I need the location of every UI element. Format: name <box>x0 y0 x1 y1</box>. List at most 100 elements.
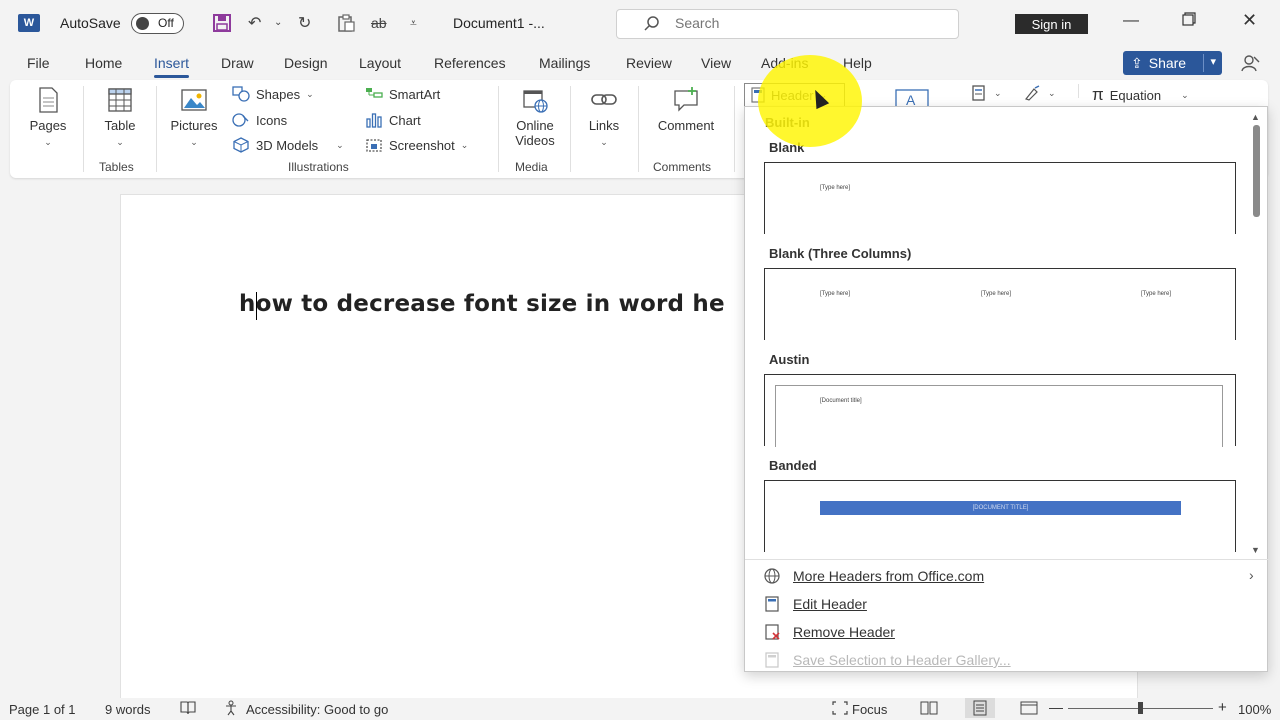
chevron-down-icon: ⌄ <box>460 139 469 150</box>
tab-file[interactable]: File <box>27 55 50 71</box>
accessibility-icon[interactable] <box>224 700 242 719</box>
undo-dropdown-icon[interactable]: ⌄ <box>274 17 282 28</box>
undo-icon[interactable]: ↶ <box>248 13 261 33</box>
read-mode-icon[interactable] <box>920 700 938 719</box>
tab-insert[interactable]: Insert <box>154 55 190 78</box>
gallery-blank-label: Blank <box>769 140 805 155</box>
scroll-down-icon[interactable]: ▼ <box>1251 545 1260 555</box>
shapes-button[interactable]: Shapes ⌄ <box>232 86 314 102</box>
links-button[interactable]: Links ⌄ <box>582 86 626 148</box>
document-title[interactable]: Document1 -... <box>453 15 545 31</box>
tab-view[interactable]: View <box>701 55 731 71</box>
textbox-button[interactable]: A <box>890 86 932 108</box>
minimize-icon[interactable]: — <box>1123 12 1139 30</box>
document-text[interactable]: how to decrease font size in word he <box>239 291 725 317</box>
focus-icon[interactable] <box>831 700 849 719</box>
online-videos-button[interactable]: Online Videos <box>508 86 562 148</box>
print-layout-icon[interactable] <box>965 698 995 718</box>
gallery-scrollbar[interactable]: ▲ ▼ <box>1250 112 1262 557</box>
signature-line-button[interactable]: ⌄ <box>1024 85 1056 101</box>
icons-button[interactable]: Icons <box>232 112 287 128</box>
chart-icon <box>366 113 382 128</box>
online-videos-label-1: Online <box>516 118 554 133</box>
search-box[interactable] <box>616 9 959 39</box>
scroll-up-icon[interactable]: ▲ <box>1251 112 1260 122</box>
ribbon-separator <box>638 86 639 172</box>
more-headers-item[interactable]: More Headers from Office.com <box>763 567 984 585</box>
zoom-in-icon[interactable]: + <box>1218 699 1227 716</box>
ribbon-separator <box>156 86 157 172</box>
smartart-button[interactable]: SmartArt <box>365 86 440 102</box>
word-count[interactable]: 9 words <box>105 702 151 717</box>
chevron-down-icon: ⌄ <box>994 87 1002 98</box>
tab-layout[interactable]: Layout <box>359 55 401 71</box>
search-input[interactable] <box>675 15 925 31</box>
tab-home[interactable]: Home <box>85 55 122 71</box>
tab-draw[interactable]: Draw <box>221 55 254 71</box>
gallery-austin-thumbnail[interactable]: [Document title] <box>764 374 1236 447</box>
pages-button[interactable]: Pages ⌄ <box>26 86 70 148</box>
screenshot-icon <box>366 139 382 152</box>
share-button[interactable]: ⇪ Share ▾ <box>1123 51 1222 75</box>
gallery-three-columns-thumbnail[interactable]: [Type here] [Type here] [Type here] <box>764 268 1236 340</box>
picture-icon <box>181 89 207 111</box>
edit-header-item[interactable]: Edit Header <box>763 595 867 613</box>
sign-in-button[interactable]: Sign in <box>1015 14 1088 34</box>
zoom-out-icon[interactable]: — <box>1049 699 1063 715</box>
placeholder-text: [Type here] <box>981 291 1012 297</box>
header-gallery-dropdown: Built-in Blank [Type here] Blank (Three … <box>744 106 1269 672</box>
chevron-down-icon: ⌄ <box>116 137 124 147</box>
customize-qat-icon[interactable]: ⩡ <box>410 16 417 31</box>
comment-button[interactable]: Comment <box>650 86 722 133</box>
3d-models-button[interactable]: 3D Models ⌄ <box>232 137 344 153</box>
zoom-level[interactable]: 100% <box>1238 702 1271 717</box>
chevron-down-icon[interactable]: ▾ <box>1210 55 1216 68</box>
remove-header-item[interactable]: Remove Header <box>763 623 895 641</box>
table-button[interactable]: Table ⌄ <box>98 86 142 148</box>
restore-icon[interactable] <box>1182 12 1196 31</box>
icons-label: Icons <box>256 112 288 128</box>
smartart-icon <box>366 88 383 98</box>
page-count[interactable]: Page 1 of 1 <box>9 702 76 717</box>
tab-help[interactable]: Help <box>843 55 872 71</box>
placeholder-text: [Type here] <box>1141 291 1172 297</box>
tab-add-ins[interactable]: Add-ins <box>761 55 808 71</box>
chevron-down-icon: ⌄ <box>1181 89 1189 100</box>
chevron-down-icon: ⌄ <box>336 139 344 150</box>
scrollbar-thumb[interactable] <box>1253 125 1260 217</box>
redo-icon[interactable]: ↻ <box>298 13 311 33</box>
save-selection-item: Save Selection to Header Gallery... <box>763 651 1011 669</box>
autosave-toggle[interactable]: Off <box>131 13 184 34</box>
screenshot-button[interactable]: Screenshot ⌄ <box>365 137 468 153</box>
pictures-button[interactable]: Pictures ⌄ <box>166 86 222 148</box>
3d-models-label: 3D Models <box>256 137 319 153</box>
tab-mailings[interactable]: Mailings <box>539 55 590 71</box>
smartart-label: SmartArt <box>389 86 441 102</box>
paste-icon[interactable] <box>336 13 356 38</box>
share-divider <box>1203 54 1204 72</box>
gallery-austin-label: Austin <box>769 352 810 367</box>
tab-review[interactable]: Review <box>626 55 672 71</box>
tab-references[interactable]: References <box>434 55 506 71</box>
zoom-slider-thumb[interactable] <box>1138 702 1143 714</box>
comments-pane-icon[interactable] <box>1241 53 1261 78</box>
ribbon-separator <box>734 86 735 172</box>
tab-design[interactable]: Design <box>284 55 328 71</box>
close-icon[interactable]: ✕ <box>1242 10 1257 31</box>
chevron-down-icon: ⌄ <box>306 88 314 99</box>
chevron-down-icon: ⌄ <box>1048 87 1056 98</box>
quick-parts-button[interactable]: ⌄ <box>970 85 1002 101</box>
strikethrough-icon[interactable]: ab <box>371 15 387 31</box>
web-layout-icon[interactable] <box>1020 700 1038 719</box>
proofing-icon[interactable] <box>179 700 197 719</box>
focus-label[interactable]: Focus <box>852 702 887 717</box>
header-button[interactable]: Header ⌄ <box>744 83 845 107</box>
equation-button[interactable]: π Equation ⌄ <box>1092 85 1189 105</box>
gallery-banded-thumbnail[interactable]: [DOCUMENT TITLE] <box>764 480 1236 552</box>
edit-header-icon <box>765 596 779 612</box>
illustrations-group-label: Illustrations <box>288 160 349 174</box>
save-icon[interactable] <box>212 13 232 38</box>
chart-button[interactable]: Chart <box>365 112 421 128</box>
accessibility-status[interactable]: Accessibility: Good to go <box>246 702 388 717</box>
gallery-blank-thumbnail[interactable]: [Type here] <box>764 162 1236 234</box>
